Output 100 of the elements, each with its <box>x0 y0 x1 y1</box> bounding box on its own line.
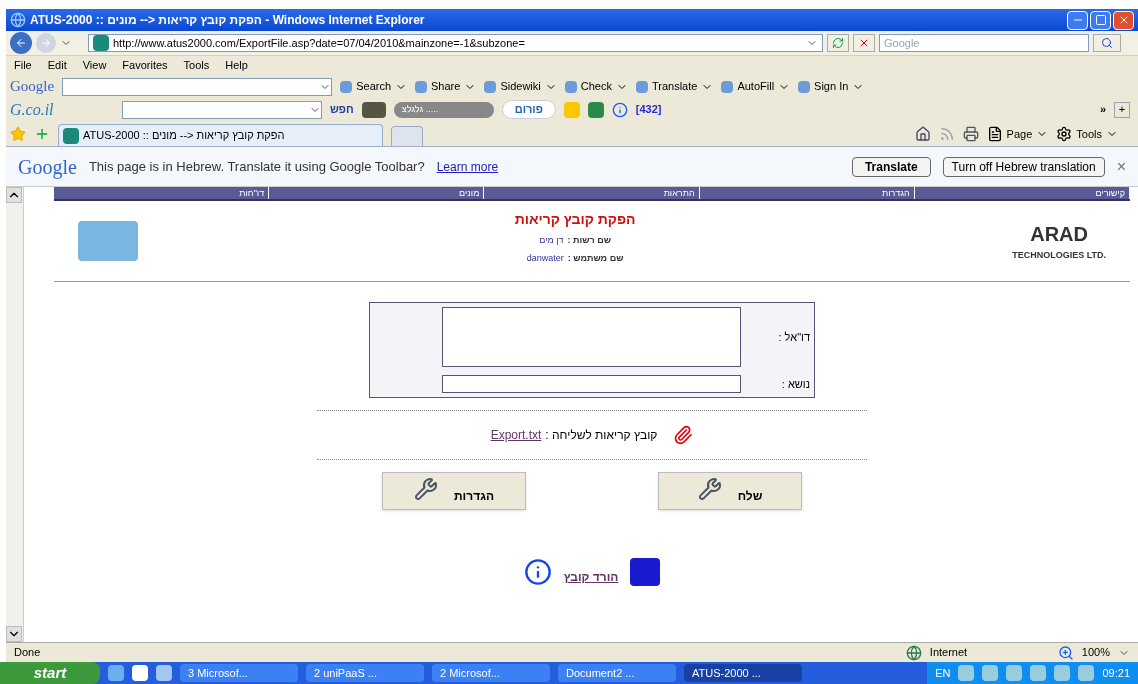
more-button[interactable]: » <box>1099 101 1106 118</box>
clock: 09:21 <box>1102 665 1130 681</box>
forum-button[interactable]: פורום <box>501 100 556 119</box>
turn-off-button[interactable]: Turn off Hebrew translation <box>942 156 1105 177</box>
toolbar-button[interactable]: Search <box>340 78 408 95</box>
search-button[interactable] <box>1093 34 1121 52</box>
scroll-up-icon[interactable] <box>6 187 22 203</box>
menu-item[interactable]: Edit <box>47 57 67 74</box>
taskbar-item[interactable]: Document2 ... <box>558 664 676 682</box>
maximize-icon <box>1094 14 1107 26</box>
radio-player[interactable]: גלגלצ ..... <box>393 101 494 118</box>
tool-icon <box>414 477 438 501</box>
button-label: הגדרות <box>454 488 494 505</box>
gcoil-logo: G.co.il <box>10 99 55 120</box>
taskbar-item[interactable]: ATUS-2000 ... <box>684 664 802 682</box>
button-label: שלח <box>737 488 763 505</box>
page-menu[interactable]: Page <box>986 125 1049 142</box>
scrollbar[interactable] <box>6 187 24 642</box>
refresh-button[interactable] <box>827 34 849 52</box>
toolbar-label: Sign In <box>814 79 849 95</box>
action-button[interactable]: הגדרות <box>382 472 526 510</box>
action-button[interactable]: שלח <box>658 472 802 510</box>
toolbar-icon <box>484 80 497 93</box>
back-button[interactable] <box>10 32 32 54</box>
nav-link[interactable]: התראות <box>484 187 700 199</box>
stop-button[interactable] <box>853 34 875 52</box>
close-button[interactable] <box>1113 10 1134 30</box>
google-logo: Google <box>10 77 55 97</box>
menu-item[interactable]: Favorites <box>122 57 168 74</box>
translate-message: This page is in Hebrew. Translate it using Google Toolbar? <box>88 157 425 176</box>
menu-item[interactable]: Tools <box>183 57 210 74</box>
gcoil-search-field[interactable] <box>122 100 322 119</box>
zone-label: Internet <box>929 645 969 661</box>
email-label: דו"אל : <box>777 329 810 345</box>
tray-icon <box>1078 665 1095 681</box>
info-icon <box>611 101 628 118</box>
status-text: Done <box>14 645 41 661</box>
search-button[interactable]: חפש <box>330 101 354 118</box>
taskbar-item[interactable]: 3 Microsof... <box>180 664 298 682</box>
search-icon <box>1101 37 1113 49</box>
nav-link[interactable]: דו"חות <box>54 187 270 199</box>
address-field[interactable]: http://www.atus2000.com/ExportFile.asp?date=07/04/2010&mainzone=-1&subzone= <box>88 34 823 52</box>
page-title: הפקת קובץ קריאות <box>514 210 636 229</box>
taskbar-item[interactable]: 2 Microsof... <box>432 664 550 682</box>
taskbar-item[interactable]: 2 uniPaaS ... <box>306 664 424 682</box>
google-search-field[interactable] <box>62 77 333 96</box>
toolbar-button[interactable]: Translate <box>635 78 714 95</box>
google-logo: Google <box>18 154 77 181</box>
add-button[interactable]: + <box>1114 101 1130 118</box>
browser-tab[interactable]: ATUS-2000 :: הפקת קובץ קריאות <-- מונים <box>58 124 383 146</box>
attachment-label: קובץ קריאות לשליחה : <box>545 427 658 444</box>
email-field[interactable] <box>442 307 741 367</box>
subject-label: נושא : <box>780 376 810 392</box>
rss-count[interactable]: [432] <box>635 101 662 118</box>
toolbar-button[interactable]: Check <box>564 78 628 95</box>
window-title: ATUS-2000 :: הפקת קובץ קריאות <-- מונים - Windows Internet Explorer <box>30 12 425 29</box>
paperclip-icon <box>673 425 694 445</box>
new-tab-button[interactable] <box>391 126 423 146</box>
menu-item[interactable]: File <box>14 57 32 74</box>
favorites-star-icon[interactable] <box>10 126 26 142</box>
nav-link[interactable]: קישורים <box>914 187 1130 199</box>
arad-logo: ARAD TECHNOLOGIES LTD. <box>1012 222 1106 263</box>
subject-field[interactable] <box>442 375 741 393</box>
back-arrow-icon <box>15 37 27 49</box>
close-button[interactable]: × <box>1116 154 1126 179</box>
start-button[interactable]: start <box>0 662 100 684</box>
toolbar-label: Sidewiki <box>500 79 541 95</box>
field-value: danwater <box>526 251 564 265</box>
toolbar-icon <box>635 80 648 93</box>
zoom-level[interactable]: 100% <box>1081 644 1110 661</box>
maximize-button[interactable] <box>1090 10 1111 30</box>
toolbar-label: Translate <box>651 79 698 95</box>
page-label: Page <box>1006 126 1033 142</box>
refresh-icon <box>832 37 844 49</box>
menu-item[interactable]: Help <box>225 57 248 74</box>
download-link[interactable]: הורד קובץ <box>563 568 619 586</box>
toolbar-icon <box>340 80 353 93</box>
tools-menu[interactable]: Tools <box>1056 125 1118 142</box>
toolbar-button[interactable]: AutoFill <box>721 78 791 95</box>
feeds-icon[interactable] <box>938 125 955 142</box>
scroll-down-icon[interactable] <box>6 626 22 642</box>
toolbar-button[interactable]: Sign In <box>798 78 865 95</box>
minimize-button[interactable] <box>1067 10 1088 30</box>
file-link[interactable]: Export.txt <box>490 426 542 444</box>
tray-icon <box>1030 665 1047 681</box>
menu-item[interactable]: View <box>82 57 107 74</box>
field-label: שם רשות : <box>567 234 611 247</box>
nav-link[interactable]: הגדרות <box>699 187 915 199</box>
learn-more-link[interactable]: Learn more <box>436 157 499 176</box>
print-icon[interactable] <box>962 125 979 142</box>
nav-link[interactable]: מונים <box>269 187 485 199</box>
toolbar-icon <box>721 80 734 93</box>
tray-icon <box>982 665 999 681</box>
toolbar-button[interactable]: Share <box>415 78 477 95</box>
forward-arrow-icon <box>40 37 52 49</box>
stop-icon <box>858 37 870 49</box>
add-favorite-icon[interactable] <box>34 126 50 142</box>
toolbar-button[interactable]: Sidewiki <box>484 78 557 95</box>
home-icon[interactable] <box>914 125 931 142</box>
translate-button[interactable]: Translate <box>851 156 931 177</box>
